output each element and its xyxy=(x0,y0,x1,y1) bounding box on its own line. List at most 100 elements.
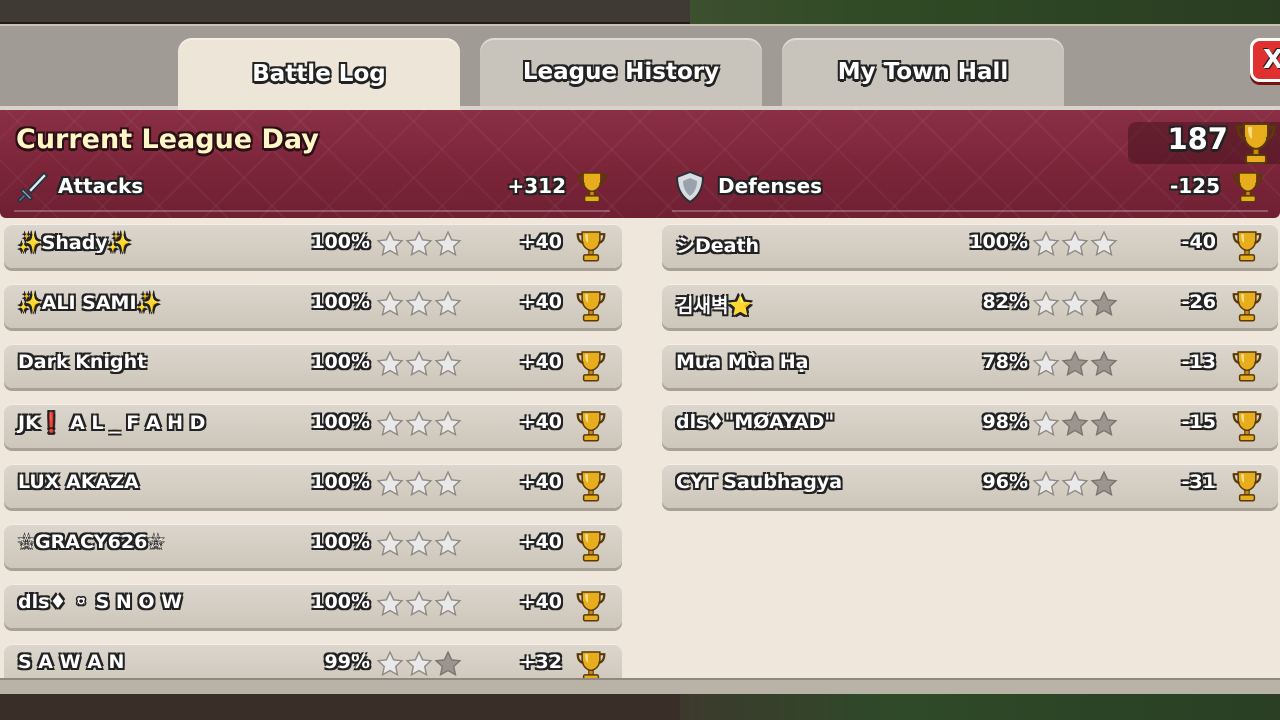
destruction-percent: 100% xyxy=(311,231,370,253)
star-rating xyxy=(1032,230,1118,260)
star-icon xyxy=(434,350,462,377)
star-icon xyxy=(405,290,433,317)
attack-row[interactable]: dls♦ ⚬ S N O W 100% +40 xyxy=(4,584,622,628)
trophy-icon xyxy=(576,289,606,323)
star-icon xyxy=(1061,410,1089,437)
destruction-percent: 98% xyxy=(982,411,1028,433)
destruction-percent: 82% xyxy=(982,291,1028,313)
close-icon: X xyxy=(1263,45,1280,75)
star-rating xyxy=(1032,350,1118,380)
star-icon xyxy=(376,650,404,677)
star-rating xyxy=(376,290,462,320)
player-name: Mưa Mùa Hạ xyxy=(676,351,809,373)
destruction-percent: 100% xyxy=(311,411,370,433)
trophy-change: -26 xyxy=(1181,291,1216,313)
star-rating xyxy=(1032,290,1118,320)
attack-row[interactable]: ✨ALI SAMI✨ 100% +40 xyxy=(4,284,622,328)
star-icon xyxy=(1090,350,1118,377)
star-icon xyxy=(434,530,462,557)
player-name: LUX AKAZA xyxy=(18,471,139,493)
trophy-icon xyxy=(576,469,606,503)
defense-row[interactable]: 김새벽⭐ 82% -26 xyxy=(662,284,1278,328)
trophy-icon xyxy=(1233,172,1263,203)
star-icon xyxy=(1032,470,1060,497)
trophy-icon xyxy=(576,529,606,563)
destruction-percent: 96% xyxy=(982,471,1028,493)
attacks-label: Attacks xyxy=(58,174,144,198)
star-icon xyxy=(405,470,433,497)
star-icon xyxy=(376,470,404,497)
attacks-divider xyxy=(14,210,610,212)
star-icon xyxy=(1032,230,1060,257)
star-rating xyxy=(376,470,462,500)
destruction-percent: 78% xyxy=(982,351,1028,373)
trophy-icon xyxy=(1232,409,1262,443)
defenses-label: Defenses xyxy=(718,174,823,198)
trophy-icon xyxy=(576,589,606,623)
star-rating xyxy=(376,410,462,440)
star-icon xyxy=(405,350,433,377)
trophy-icon xyxy=(1232,469,1262,503)
attack-row[interactable]: JK❗ A L _ F A H D 100% +40 xyxy=(4,404,622,448)
star-icon xyxy=(376,530,404,557)
league-title: Current League Day xyxy=(16,124,319,155)
star-icon xyxy=(376,290,404,317)
tab-league-history[interactable]: League History xyxy=(480,38,762,106)
background-bottom-strip xyxy=(0,690,1280,720)
star-icon xyxy=(434,470,462,497)
background-top-bar xyxy=(0,0,690,24)
defense-row[interactable]: Mưa Mùa Hạ 78% -13 xyxy=(662,344,1278,388)
attack-row[interactable]: LUX AKAZA 100% +40 xyxy=(4,464,622,508)
trophy-icon xyxy=(576,229,606,263)
background-top-strip xyxy=(0,0,1280,24)
defense-row[interactable]: シDeath 100% -40 xyxy=(662,224,1278,268)
trophy-icon xyxy=(1232,289,1262,323)
player-name: シDeath xyxy=(676,235,760,257)
attack-row[interactable]: Dark Knight 100% +40 xyxy=(4,344,622,388)
tab-label: My Town Hall xyxy=(837,59,1009,85)
trophy-change: -31 xyxy=(1181,471,1216,493)
destruction-percent: 99% xyxy=(324,651,370,673)
tab-bar: Battle Log League History My Town Hall X xyxy=(0,26,1280,110)
trophy-icon xyxy=(1236,123,1276,164)
star-icon xyxy=(434,230,462,257)
attack-row[interactable]: ☆GRACY626☆ 100% +40 xyxy=(4,524,622,568)
star-rating xyxy=(376,230,462,260)
trophy-change: +40 xyxy=(519,291,562,313)
trophy-change: -13 xyxy=(1181,351,1216,373)
star-icon xyxy=(1090,290,1118,317)
attack-row[interactable]: ✨Shady✨ 100% +40 xyxy=(4,224,622,268)
attacks-total: +312 xyxy=(507,174,566,198)
star-rating xyxy=(1032,470,1118,500)
star-icon xyxy=(405,230,433,257)
destruction-percent: 100% xyxy=(311,471,370,493)
trophy-icon xyxy=(1232,349,1262,383)
star-icon xyxy=(434,290,462,317)
trophy-change: -15 xyxy=(1181,411,1216,433)
star-icon xyxy=(434,410,462,437)
trophy-change: +40 xyxy=(519,591,562,613)
tab-battle-log[interactable]: Battle Log xyxy=(178,38,460,110)
close-button[interactable]: X xyxy=(1250,38,1280,82)
sword-icon xyxy=(16,171,48,204)
star-icon xyxy=(1061,230,1089,257)
star-icon xyxy=(1061,470,1089,497)
star-rating xyxy=(376,650,462,680)
trophy-change: +40 xyxy=(519,231,562,253)
defense-row[interactable]: dls♦"MØAYAD" 98% -15 xyxy=(662,404,1278,448)
trophy-change: +40 xyxy=(519,471,562,493)
destruction-percent: 100% xyxy=(311,291,370,313)
tab-my-town-hall[interactable]: My Town Hall xyxy=(782,38,1064,106)
player-name: 김새벽⭐ xyxy=(676,295,753,317)
player-name: dls♦ ⚬ S N O W xyxy=(18,591,183,613)
star-icon xyxy=(1090,410,1118,437)
star-rating xyxy=(376,590,462,620)
defense-row[interactable]: CYT Saubhagya 96% -31 xyxy=(662,464,1278,508)
star-rating xyxy=(1032,410,1118,440)
star-icon xyxy=(1061,290,1089,317)
star-rating xyxy=(376,530,462,560)
star-icon xyxy=(1090,230,1118,257)
shield-icon xyxy=(675,170,705,204)
star-icon xyxy=(1032,290,1060,317)
star-icon xyxy=(434,590,462,617)
